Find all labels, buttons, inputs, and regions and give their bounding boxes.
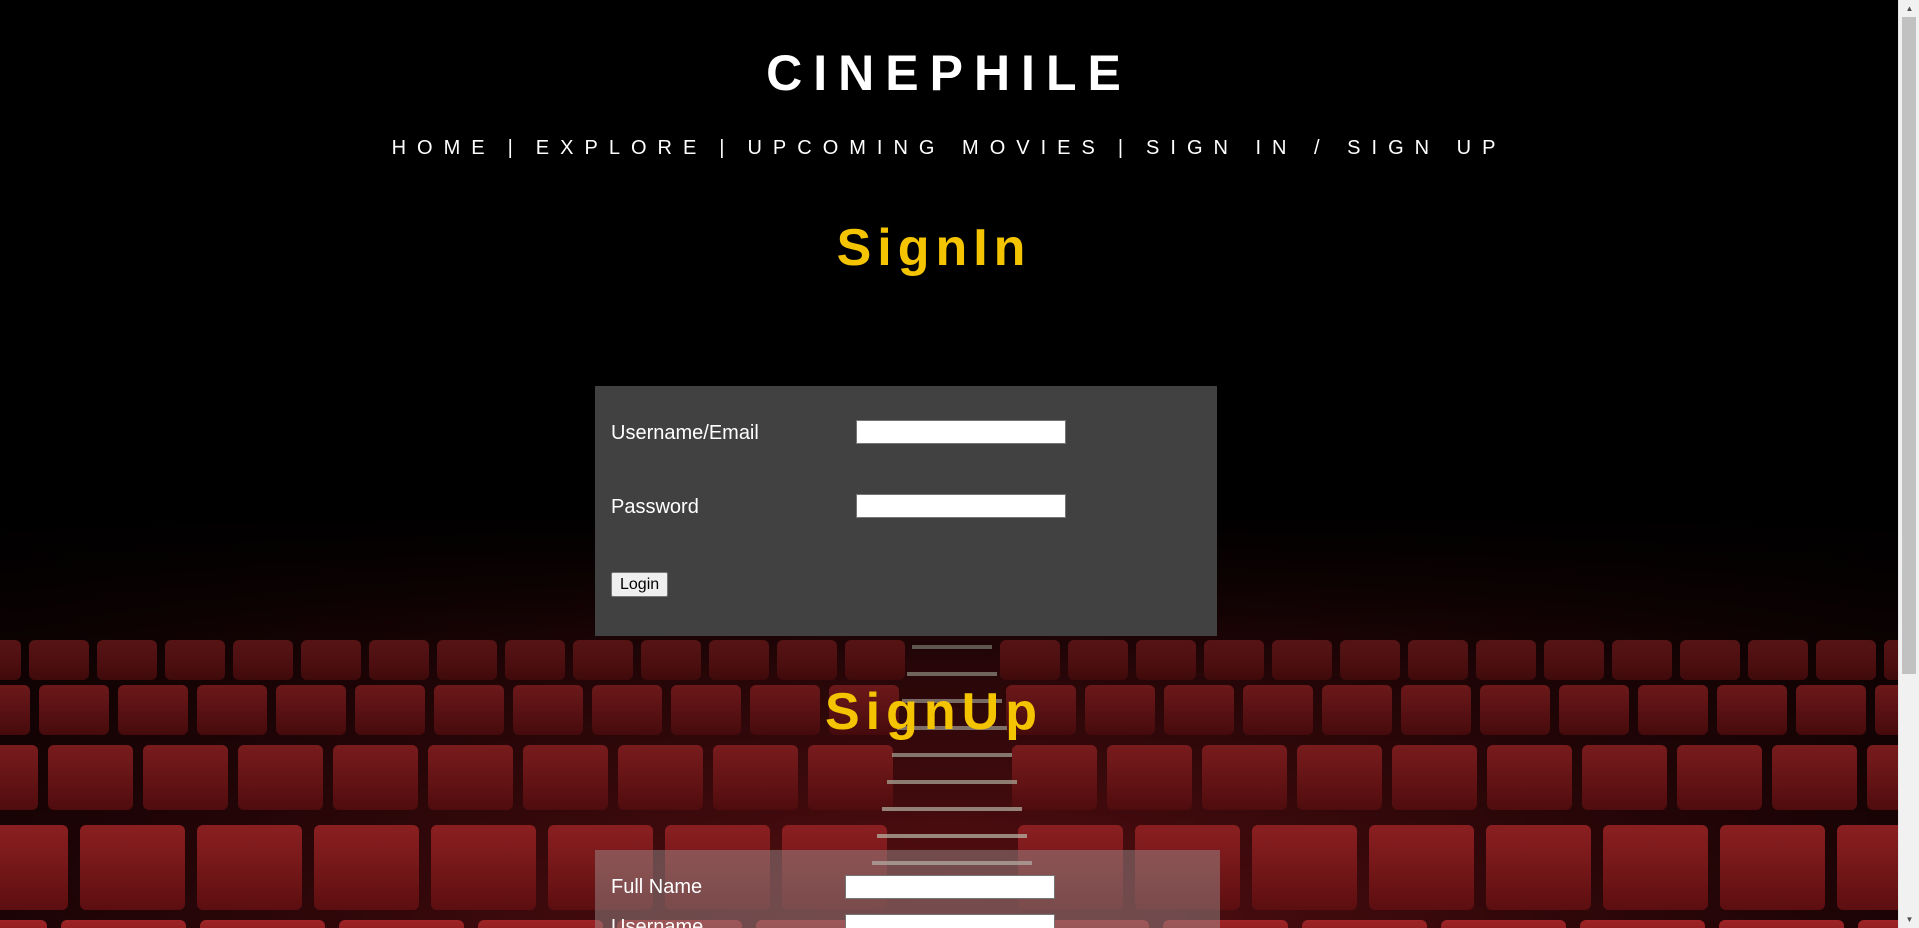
login-button[interactable]: Login xyxy=(611,572,669,597)
site-title: CINEPHILE xyxy=(766,45,1132,101)
scroll-up-arrow-icon[interactable]: ▲ xyxy=(1899,0,1919,17)
nav-separator: | xyxy=(507,137,524,159)
signup-username-input[interactable] xyxy=(845,914,1055,928)
signin-heading: SignIn xyxy=(836,219,1032,277)
nav-signin-signup-link[interactable]: SIGN IN / SIGN UP xyxy=(1146,137,1506,159)
page: CINEPHILE HOME | EXPLORE | UPCOMING MOVIES | S… xyxy=(0,0,1898,928)
nav-separator: | xyxy=(719,137,736,159)
scroll-thumb[interactable] xyxy=(1902,17,1916,674)
signup-username-label: Username xyxy=(611,916,704,928)
vertical-scrollbar[interactable]: ▲ ▼ xyxy=(1898,0,1919,928)
full-name-label: Full Name xyxy=(611,876,703,898)
nav-explore-link[interactable]: EXPLORE xyxy=(536,137,707,159)
main-nav: HOME | EXPLORE | UPCOMING MOVIES | SIGN IN / S… xyxy=(0,137,1898,160)
password-label: Password xyxy=(611,496,699,518)
password-input[interactable] xyxy=(856,494,1066,518)
signup-form: Full Name Username xyxy=(595,850,1220,928)
username-email-label: Username/Email xyxy=(611,422,759,444)
full-name-input[interactable] xyxy=(845,875,1055,899)
username-email-input[interactable] xyxy=(856,420,1066,444)
signup-heading: SignUp xyxy=(825,683,1043,741)
nav-separator: | xyxy=(1117,137,1135,159)
scroll-down-arrow-icon[interactable]: ▼ xyxy=(1899,911,1919,928)
nav-home-link[interactable]: HOME xyxy=(392,137,496,159)
signin-form: Username/Email Password Login xyxy=(595,386,1217,636)
nav-upcoming-movies-link[interactable]: UPCOMING MOVIES xyxy=(747,137,1105,159)
